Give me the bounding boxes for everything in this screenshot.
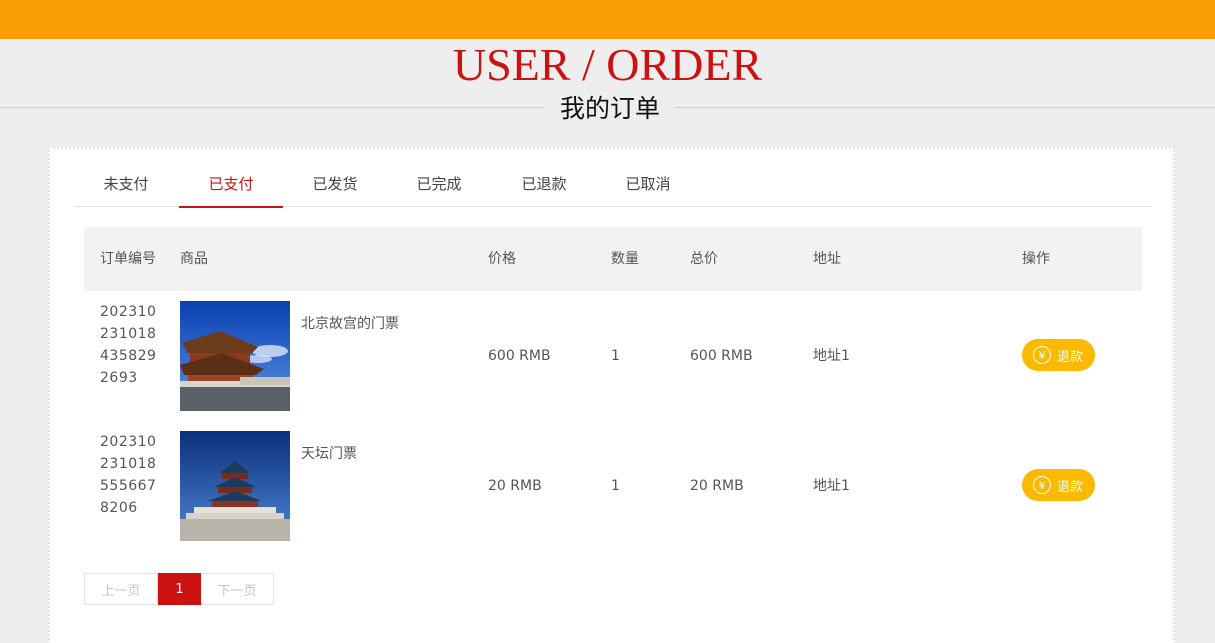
price-value: 20 RMB <box>488 478 542 494</box>
table-row: 2023102310185556678206 天坛门票 20 RMB 1 20 … <box>84 421 1142 551</box>
tab-unpaid[interactable]: 未支付 <box>74 167 178 207</box>
table-header: 订单编号 商品 价格 数量 总价 地址 操作 <box>84 227 1142 291</box>
yen-icon: ¥ <box>1033 476 1051 494</box>
order-number: 2023102310185556678206 <box>100 434 157 516</box>
orders-panel: 未支付 已支付 已发货 已完成 已退款 已取消 订单编号 商品 价格 数量 总价… <box>48 147 1175 643</box>
header-total: 总价 <box>690 251 718 267</box>
orders-table: 订单编号 商品 价格 数量 总价 地址 操作 20231023101843582… <box>84 227 1142 551</box>
tab-paid[interactable]: 已支付 <box>179 167 283 208</box>
order-status-tabs: 未支付 已支付 已发货 已完成 已退款 已取消 <box>74 167 1152 208</box>
address-value: 地址1 <box>813 478 850 494</box>
header-action: 操作 <box>1022 251 1050 267</box>
page-1-button[interactable]: 1 <box>158 573 201 605</box>
next-page-button[interactable]: 下一页 <box>201 573 274 605</box>
prev-page-button[interactable]: 上一页 <box>84 573 158 605</box>
address-value: 地址1 <box>813 348 850 364</box>
yen-icon: ¥ <box>1033 346 1051 364</box>
total-value: 600 RMB <box>690 348 753 364</box>
pagination: 上一页 1 下一页 <box>84 573 274 605</box>
total-value: 20 RMB <box>690 478 744 494</box>
header-address: 地址 <box>813 251 841 267</box>
page-title-en: USER / ORDER <box>452 39 763 90</box>
tab-refunded[interactable]: 已退款 <box>492 167 596 207</box>
order-number: 2023102310184358292693 <box>100 304 157 386</box>
top-accent-bar <box>0 0 1215 39</box>
tab-shipped[interactable]: 已发货 <box>283 167 387 207</box>
forbidden-city-photo[interactable] <box>180 301 290 411</box>
quantity-value: 1 <box>611 348 620 364</box>
header-product: 商品 <box>180 251 208 267</box>
refund-button[interactable]: ¥ 退款 <box>1022 339 1095 371</box>
header-quantity: 数量 <box>611 251 639 267</box>
temple-of-heaven-photo[interactable] <box>180 431 290 541</box>
header-price: 价格 <box>488 251 516 267</box>
title-divider: 我的订单 <box>0 92 1215 126</box>
page-title-zh: 我的订单 <box>545 92 675 126</box>
quantity-value: 1 <box>611 478 620 494</box>
price-value: 600 RMB <box>488 348 551 364</box>
refund-button[interactable]: ¥ 退款 <box>1022 469 1095 501</box>
product-name[interactable]: 天坛门票 <box>301 443 357 463</box>
refund-button-label: 退款 <box>1057 349 1084 365</box>
refund-button-label: 退款 <box>1057 479 1084 495</box>
tab-completed[interactable]: 已完成 <box>387 167 491 207</box>
tab-cancelled[interactable]: 已取消 <box>596 167 700 207</box>
product-name[interactable]: 北京故宫的门票 <box>301 313 399 333</box>
header-order-no: 订单编号 <box>100 251 156 267</box>
table-row: 2023102310184358292693 北京故宫的门票 600 RMB 1… <box>84 291 1142 421</box>
